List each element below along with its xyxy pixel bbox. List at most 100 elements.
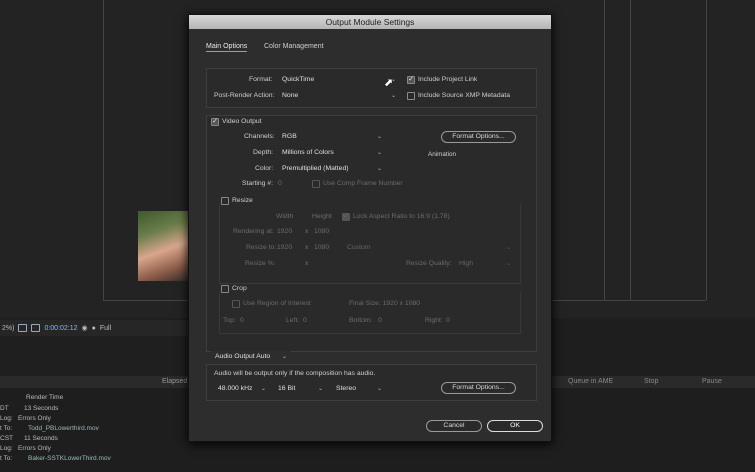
color-label: Color: xyxy=(255,165,274,172)
crop-group xyxy=(219,292,521,334)
render-time-header: Render Time xyxy=(26,394,64,401)
chevron-down-icon: ⌄ xyxy=(390,93,396,99)
color-icon[interactable]: ● xyxy=(92,325,96,332)
crop-right-value[interactable]: 0 xyxy=(446,317,450,324)
include-xmp-checkbox[interactable] xyxy=(407,92,415,100)
bit-depth-select[interactable]: 16 Bit ⌄ xyxy=(274,383,327,394)
grid-icon[interactable] xyxy=(31,324,41,332)
format-select[interactable]: QuickTime ⌄ xyxy=(278,74,400,85)
resize-label: Resize xyxy=(232,197,253,204)
starting-value[interactable]: 0 xyxy=(278,180,282,187)
audio-note: Audio will be output only if the composi… xyxy=(214,370,376,377)
height-header: Height xyxy=(312,213,332,220)
times-sign: x xyxy=(305,244,309,251)
panel-spacer xyxy=(0,336,188,376)
resize-to-width[interactable]: 1920 xyxy=(277,244,292,251)
use-roi-checkbox[interactable] xyxy=(232,300,240,308)
crop-bottom-value[interactable]: 0 xyxy=(378,317,382,324)
post-render-label: Post-Render Action: xyxy=(214,92,275,99)
queue-ame-button[interactable]: Queue in AME xyxy=(568,378,613,385)
resize-preset-select[interactable]: Custom ⌄ xyxy=(343,242,515,253)
audio-format-options-button[interactable]: Format Options... xyxy=(441,382,516,394)
guide-line xyxy=(604,0,605,300)
guide-line xyxy=(706,0,707,300)
list-item: CST 11 Seconds xyxy=(0,435,58,442)
video-output-checkbox[interactable]: ✓ xyxy=(211,118,219,126)
stop-button[interactable]: Stop xyxy=(644,378,658,385)
cancel-button[interactable]: Cancel xyxy=(426,420,482,432)
resize-to-label: Resize to: xyxy=(246,244,277,251)
audio-output-select[interactable]: Audio Output Auto ⌄ xyxy=(211,351,291,362)
tab-main-options[interactable]: Main Options xyxy=(206,43,248,52)
render-queue-list: Render Time DT 13 Seconds Log: Errors On… xyxy=(0,392,188,472)
chevron-down-icon: ⌄ xyxy=(281,354,287,360)
sample-rate-select[interactable]: 48.000 kHz ⌄ xyxy=(214,383,270,394)
post-render-select[interactable]: None ⌄ xyxy=(278,90,400,101)
include-project-link-checkbox[interactable]: ✓ xyxy=(407,76,415,84)
times-sign: x xyxy=(305,228,309,235)
list-item[interactable]: t To: Baker-SSTKLowerThird.mov xyxy=(0,455,111,462)
crop-top-value[interactable]: 0 xyxy=(240,317,244,324)
include-xmp-label: Include Source XMP Metadata xyxy=(418,92,511,99)
use-comp-frame-checkbox[interactable] xyxy=(312,180,320,188)
resolution-select[interactable]: Full xyxy=(100,325,111,332)
list-item[interactable]: t To: Todd_PBLowerthird.mov xyxy=(0,425,99,432)
zoom-level[interactable]: 2%) xyxy=(2,325,14,332)
channels-label: Channels: xyxy=(244,133,275,140)
dialog-title: Output Module Settings xyxy=(189,15,551,29)
crop-label: Crop xyxy=(232,285,247,292)
chevron-down-icon: ⌄ xyxy=(376,386,382,392)
use-roi-label: Use Region of Interest xyxy=(243,300,311,307)
crop-right-label: Right: xyxy=(425,317,443,324)
chevron-down-icon: ⌄ xyxy=(505,245,511,251)
audio-channels-select[interactable]: Stereo ⌄ xyxy=(332,383,386,394)
resize-quality-label: Resize Quality: xyxy=(406,260,452,267)
rendering-at-label: Rendering at: xyxy=(233,228,274,235)
channels-select[interactable]: RGB ⌄ xyxy=(278,131,386,142)
lock-aspect-checkbox[interactable]: ✓ xyxy=(342,213,350,221)
guide-line xyxy=(630,0,631,300)
rendering-width: 1920 xyxy=(277,228,293,235)
resize-percent-label: Resize %: xyxy=(245,260,276,267)
chevron-down-icon: ⌄ xyxy=(260,386,266,392)
list-item[interactable]: Log: Errors Only xyxy=(0,415,51,422)
timecode[interactable]: 0:00:02:12 xyxy=(44,325,77,332)
starting-label: Starting #: xyxy=(242,180,273,187)
chevron-down-icon: ⌄ xyxy=(376,150,382,156)
pause-button[interactable]: Pause xyxy=(702,378,722,385)
chevron-down-icon: ⌄ xyxy=(317,386,323,392)
camera-icon[interactable]: ◉ xyxy=(82,324,88,332)
region-icon[interactable] xyxy=(18,324,28,332)
resize-to-height[interactable]: 1080 xyxy=(314,244,329,251)
crop-left-label: Left: xyxy=(286,317,300,324)
viewer-toolbar: 2%) 0:00:02:12 ◉ ● Full xyxy=(0,320,188,336)
resize-quality-select[interactable]: High ⌄ xyxy=(455,258,515,269)
lock-aspect-label: Lock Aspect Ratio to 16:9 (1.78) xyxy=(353,213,450,220)
list-item: DT 13 Seconds xyxy=(0,405,59,412)
format-label: Format: xyxy=(249,76,273,83)
depth-select[interactable]: Millions of Colors ⌄ xyxy=(278,147,386,158)
depth-label: Depth: xyxy=(253,149,274,156)
crop-left-value[interactable]: 0 xyxy=(303,317,307,324)
render-controls: Queue in AME Stop Pause xyxy=(552,376,755,388)
video-output-label: Video Output xyxy=(222,118,262,125)
composition-preview-image xyxy=(138,211,190,281)
use-comp-frame-label: Use Comp Frame Number xyxy=(323,180,403,187)
tab-color-management[interactable]: Color Management xyxy=(264,43,324,50)
include-project-link-label: Include Project Link xyxy=(418,76,478,83)
crop-bottom-label: Bottom: xyxy=(349,317,373,324)
rendering-height: 1080 xyxy=(314,228,330,235)
chevron-down-icon: ⌄ xyxy=(376,134,382,140)
times-sign: x xyxy=(305,260,309,267)
guide-line xyxy=(103,0,104,300)
final-size-label: Final Size: 1920 x 1080 xyxy=(349,300,421,307)
width-header: Width xyxy=(276,213,294,220)
color-select[interactable]: Premultiplied (Matted) ⌄ xyxy=(278,163,386,174)
ok-button[interactable]: OK xyxy=(487,420,543,432)
list-item[interactable]: Log: Errors Only xyxy=(0,445,51,452)
chevron-down-icon: ⌄ xyxy=(376,166,382,172)
chevron-down-icon: ⌄ xyxy=(505,261,511,267)
codec-note: Animation xyxy=(428,151,457,158)
elapsed-label: Elapsed: xyxy=(162,378,190,385)
format-options-button[interactable]: Format Options... xyxy=(441,131,516,143)
